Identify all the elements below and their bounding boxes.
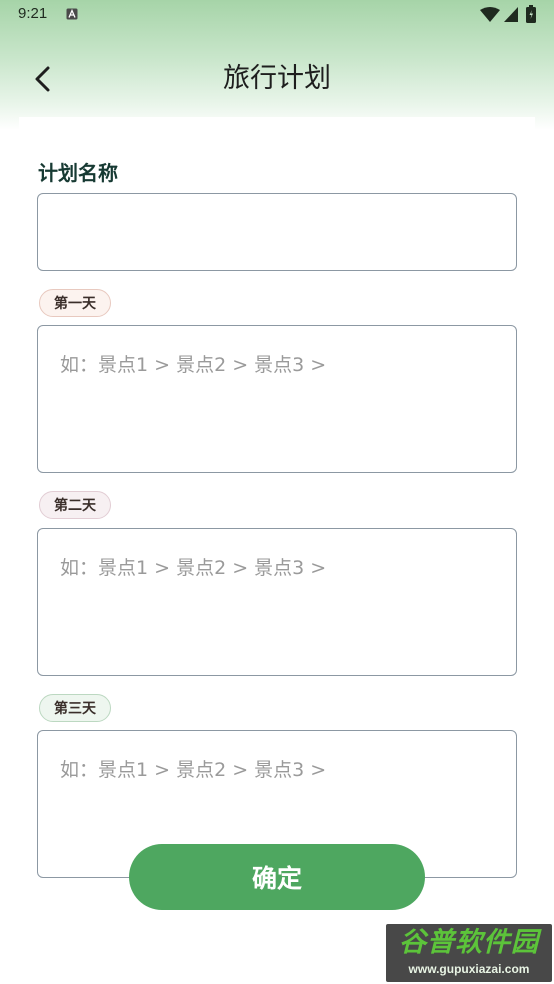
chevron-left-icon: [35, 66, 50, 92]
day-1-placeholder: 如：景点1 > 景点2 > 景点3 >: [60, 354, 327, 376]
watermark-brand: 谷普软件园: [399, 927, 539, 958]
status-time: 9:21: [18, 5, 48, 22]
status-bar: 9:21: [0, 0, 554, 30]
wifi-icon: [480, 7, 500, 22]
confirm-button[interactable]: 确定: [129, 844, 425, 910]
day-3-placeholder: 如：景点1 > 景点2 > 景点3 >: [60, 759, 327, 781]
battery-icon: [526, 5, 536, 23]
plan-name-label: 计划名称: [38, 161, 118, 185]
day-2-badge: 第二天: [39, 491, 111, 519]
watermark: 谷普软件园 www.gupuxiazai.com: [386, 924, 552, 982]
day-1-badge: 第一天: [39, 289, 111, 317]
back-button[interactable]: [22, 58, 62, 100]
plan-name-input[interactable]: [37, 193, 517, 271]
day-2-itinerary-input[interactable]: 如：景点1 > 景点2 > 景点3 >: [37, 528, 517, 676]
day-2-placeholder: 如：景点1 > 景点2 > 景点3 >: [60, 557, 327, 579]
signal-icon: [504, 7, 518, 22]
watermark-url: www.gupuxiazai.com: [408, 962, 530, 976]
a-icon: [66, 8, 78, 20]
day-3-badge: 第三天: [39, 694, 111, 722]
day-1-itinerary-input[interactable]: 如：景点1 > 景点2 > 景点3 >: [37, 325, 517, 473]
